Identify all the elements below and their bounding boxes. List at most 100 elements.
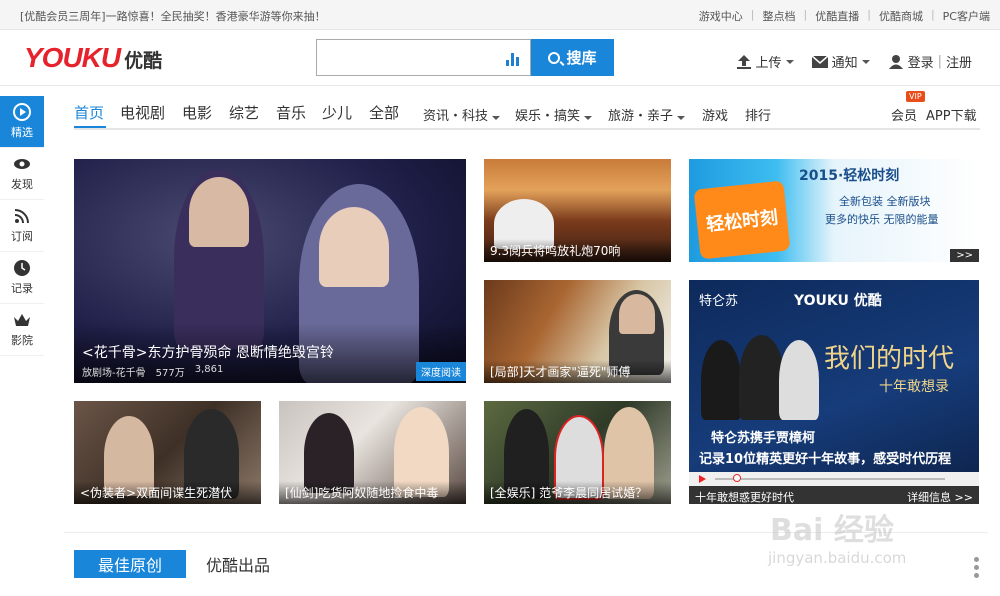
vip-badge: VIP (906, 91, 925, 102)
rail-label: 发现 (11, 178, 33, 191)
video-tile-painter[interactable]: [局部]天才画家"逼死"师傅 (484, 280, 671, 383)
progress-knob[interactable] (733, 474, 741, 482)
search-icon (548, 51, 561, 64)
tile-caption: [仙剑]吃货阿奴随地捡食中毒 (279, 481, 466, 504)
thumbnail-figure (779, 340, 819, 420)
nav-movie[interactable]: 电影 (182, 102, 212, 123)
nav-travel-family[interactable]: 旅游・亲子 (608, 105, 686, 124)
channel-name[interactable]: 放剧场-花千骨 (82, 364, 146, 379)
link-mall[interactable]: 优酷商城 (879, 8, 923, 24)
nav-ranking[interactable]: 排行 (745, 105, 771, 124)
link-game-center[interactable]: 游戏中心 (699, 8, 743, 24)
feature-tile-huaqiangu[interactable]: <花千骨>东方护骨殒命 恩断情绝毁宫铃 放剧场-花千骨 577万 3,861 深… (74, 159, 466, 383)
upload-label: 上传 (755, 56, 782, 71)
crown-icon (14, 314, 30, 326)
nav-music[interactable]: 音乐 (276, 102, 306, 123)
eye-icon (14, 159, 30, 169)
header: YOUKU 优酷 搜库 上传 通知 登录 | 注册 (0, 30, 1000, 86)
logo-text-cn: 优酷 (124, 50, 163, 72)
nav-active-indicator (74, 126, 106, 128)
tile-caption: [全娱乐] 范爷李晨同居试婚？ (484, 481, 671, 504)
rail-item-discover[interactable]: 发现 (0, 148, 44, 200)
chevron-down-icon (492, 116, 501, 120)
more-options-icon[interactable] (974, 557, 980, 579)
tile-caption: [局部]天才画家"逼死"师傅 (484, 360, 671, 383)
rail-item-featured[interactable]: 精选 (0, 96, 44, 148)
nav-tv[interactable]: 电视剧 (120, 102, 165, 123)
notify-menu[interactable]: 通知 (811, 52, 870, 71)
link-pc-client[interactable]: PC客户端 (943, 8, 990, 24)
rail-item-subscribe[interactable]: 订阅 (0, 200, 44, 252)
nav-games[interactable]: 游戏 (702, 105, 728, 124)
ad-footer-title: 十年敢想惑更好时代 (695, 491, 794, 504)
register-link[interactable]: 注册 (946, 52, 972, 71)
baidu-watermark: Bai 经验 (770, 513, 894, 548)
bar-chart-icon[interactable] (506, 52, 520, 66)
upload-menu[interactable]: 上传 (736, 52, 794, 71)
search-input[interactable] (316, 39, 531, 76)
nav-ent-fun[interactable]: 娱乐・搞笑 (515, 105, 593, 124)
video-tile-xianjian[interactable]: [仙剑]吃货阿奴随地捡食中毒 (279, 401, 466, 504)
left-rail: 精选 发现 订阅 记录 影院 (0, 96, 44, 596)
chevron-down-icon (677, 116, 686, 120)
ad-subslogan: 十年敢想录 (879, 379, 949, 395)
nav-member[interactable]: 会员 (891, 105, 917, 124)
chevron-down-icon (785, 59, 794, 64)
thumbnail-face (319, 207, 389, 287)
separator: | (750, 8, 755, 21)
nav-news-tech[interactable]: 资讯・科技 (423, 105, 501, 124)
video-tile-disguiser[interactable]: <伪装者>双面间谍生死潜伏 (74, 401, 261, 504)
search-button[interactable]: 搜库 (531, 39, 614, 76)
nav-news-tech-label: 资讯・科技 (423, 109, 489, 124)
chevron-down-icon (584, 116, 593, 120)
view-count: 577万 (155, 368, 185, 379)
nav-home[interactable]: 首页 (74, 102, 104, 123)
thumbnail-figure (701, 340, 741, 420)
deep-read-badge[interactable]: 深度阅读 (416, 362, 466, 381)
play-icon[interactable] (699, 475, 706, 483)
clock-icon (14, 260, 30, 276)
promo-link[interactable]: [优酷会员三周年]一路惊喜！全民抽奖！香港豪华游等你来抽！ (20, 8, 326, 24)
mail-icon (811, 54, 828, 68)
thumbnail-figure (739, 335, 784, 420)
rail-label: 影院 (11, 334, 33, 347)
ad-more-button[interactable]: >> (950, 249, 979, 262)
ad-video-player (689, 472, 979, 486)
feature-meta: 放剧场-花千骨 577万 3,861 (82, 364, 233, 379)
ad-detail-link[interactable]: 详细信息 >> (907, 489, 973, 504)
video-tile-entertainment[interactable]: [全娱乐] 范爷李晨同居试婚？ (484, 401, 671, 504)
baidu-watermark-url: jingyan.baidu.com (768, 549, 907, 567)
ad-footer: 十年敢想惑更好时代 详细信息 >> (689, 486, 979, 504)
youku-logo[interactable]: YOUKU 优酷 (24, 42, 162, 74)
login-link[interactable]: 登录 (908, 52, 934, 71)
ad-line: 特仑苏携手贾樟柯 (711, 431, 816, 446)
ad-banner-telunsu[interactable]: 特仑苏 YOUKU 优酷 我们的时代 十年敢想录 特仑苏携手贾樟柯 记录10位精… (689, 280, 979, 504)
tab-youku-produced[interactable]: 优酷出品 (206, 552, 270, 576)
comment-count: 3,861 (194, 364, 224, 375)
nav-all[interactable]: 全部 (369, 102, 399, 123)
upload-icon (736, 54, 751, 69)
thumbnail-face (189, 177, 249, 247)
search-box: 搜库 (316, 39, 614, 76)
video-tile-parade[interactable]: 9.3阅兵将鸣放礼炮70响 (484, 159, 671, 262)
nav-kids[interactable]: 少儿 (322, 102, 352, 123)
nav-variety[interactable]: 综艺 (229, 102, 259, 123)
account-links: 登录 | 注册 (888, 52, 972, 71)
progress-bar[interactable] (715, 478, 945, 480)
tab-best-original[interactable]: 最佳原创 (74, 550, 186, 578)
tile-caption: 9.3阅兵将鸣放礼炮70响 (484, 239, 671, 262)
rail-item-cinema[interactable]: 影院 (0, 304, 44, 356)
search-button-label: 搜库 (566, 49, 597, 67)
ad-banner-relax[interactable]: 轻松时刻 2015·轻松时刻 全新包装 全新版块 更多的快乐 无限的能量 >> (689, 159, 979, 262)
rail-label: 精选 (11, 126, 33, 139)
nav-app-download[interactable]: APP下载 (926, 105, 977, 124)
rail-item-history[interactable]: 记录 (0, 252, 44, 304)
link-live[interactable]: 优酷直播 (815, 8, 859, 24)
link-hourly[interactable]: 整点档 (763, 8, 796, 24)
separator: | (930, 8, 935, 21)
feature-title[interactable]: <花千骨>东方护骨殒命 恩断情绝毁宫铃 (82, 342, 334, 362)
thumbnail-face (619, 294, 655, 334)
chevron-down-icon (861, 59, 870, 64)
nav-travel-family-label: 旅游・亲子 (608, 109, 674, 124)
top-announcement-bar: [优酷会员三周年]一路惊喜！全民抽奖！香港豪华游等你来抽！ 游戏中心 | 整点档 |… (0, 0, 1000, 30)
